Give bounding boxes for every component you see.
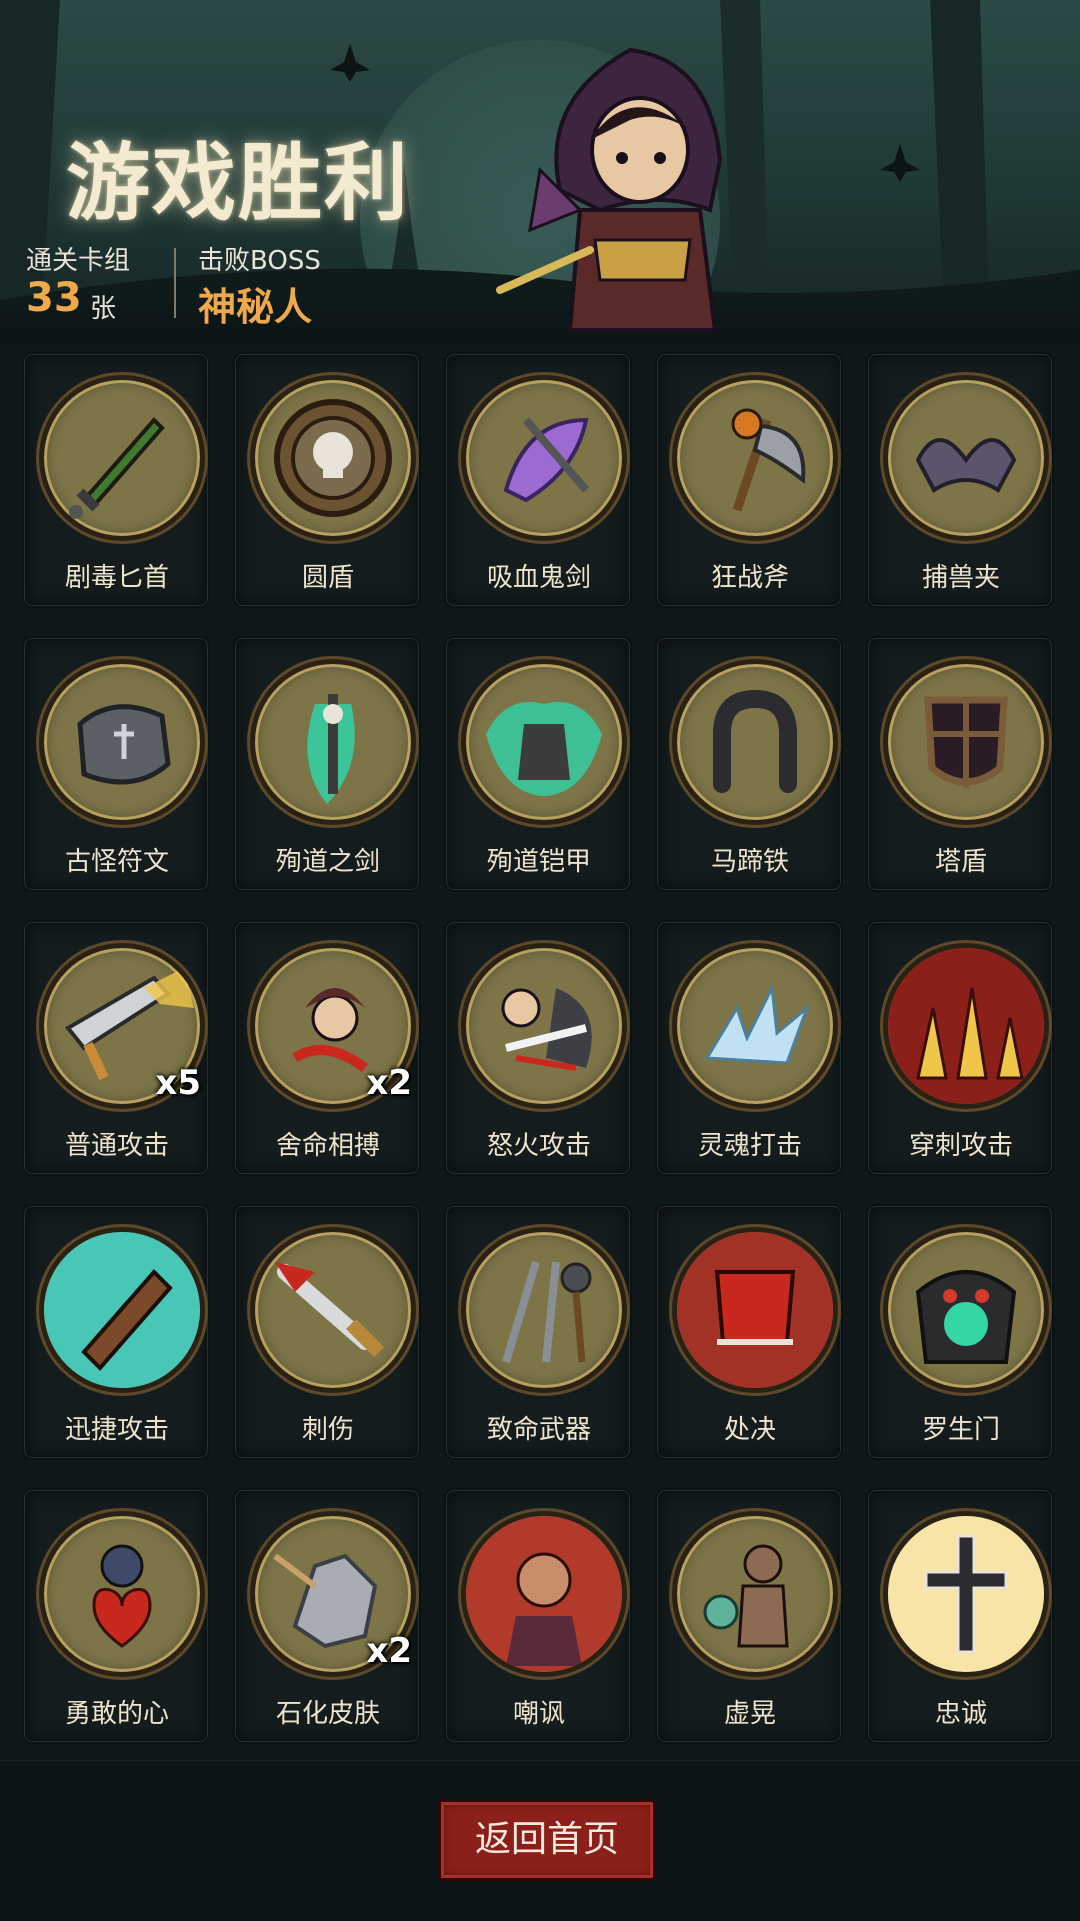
martyr-armor-icon <box>461 659 627 825</box>
card-item[interactable]: 圆盾 <box>235 354 419 606</box>
card-item[interactable]: x2 石化皮肤 <box>235 1490 419 1742</box>
card-item[interactable]: 殉道之剑 <box>235 638 419 890</box>
card-name: 吸血鬼剑 <box>486 563 591 593</box>
loyalty-icon <box>883 1511 1049 1677</box>
card-name: 剧毒匕首 <box>64 563 169 593</box>
card-name: 殉道之剑 <box>275 847 380 877</box>
card-name: 虚晃 <box>723 1699 776 1729</box>
stat-divider <box>174 248 176 318</box>
card-item[interactable]: 狂战斧 <box>657 354 841 606</box>
card-item[interactable]: 迅捷攻击 <box>24 1206 208 1458</box>
card-name: 罗生门 <box>921 1415 1000 1445</box>
card-item[interactable]: 刺伤 <box>235 1206 419 1458</box>
rage-attack-icon <box>461 943 627 1109</box>
card-name: 忠诚 <box>934 1699 987 1729</box>
soul-strike-icon <box>672 943 838 1109</box>
card-item[interactable]: x5 普通攻击 <box>24 922 208 1174</box>
card-name: 迅捷攻击 <box>64 1415 169 1445</box>
card-name: 古怪符文 <box>64 847 169 877</box>
card-item[interactable]: 剧毒匕首 <box>24 354 208 606</box>
card-name: 捕兽夹 <box>921 563 1000 593</box>
card-item[interactable]: 穿刺攻击 <box>868 922 1052 1174</box>
header-scene: 游戏胜利 通关卡组 33 张 击败BOSS 神秘人 <box>0 0 1080 345</box>
stab-icon <box>250 1227 416 1393</box>
card-name: 塔盾 <box>934 847 987 877</box>
cleared-deck-count: 33 <box>26 275 82 321</box>
card-item[interactable]: 致命武器 <box>446 1206 630 1458</box>
horseshoe-icon <box>672 659 838 825</box>
card-name: 石化皮肤 <box>275 1699 380 1729</box>
card-name: 勇敢的心 <box>64 1699 169 1729</box>
page-title: 游戏胜利 <box>66 134 411 232</box>
card-name: 怒火攻击 <box>486 1131 591 1161</box>
martyr-sword-icon <box>250 659 416 825</box>
card-item[interactable]: 勇敢的心 <box>24 1490 208 1742</box>
card-name: 刺伤 <box>301 1415 354 1445</box>
cleared-deck-label: 通关卡组 <box>26 246 131 276</box>
rashomon-icon <box>883 1227 1049 1393</box>
return-home-button[interactable]: 返回首页 <box>438 1799 656 1881</box>
execution-icon <box>672 1227 838 1393</box>
berserker-axe-icon <box>672 375 838 541</box>
hooded-hero-icon <box>496 47 723 332</box>
poison-dagger-icon <box>39 375 205 541</box>
card-name: 穿刺攻击 <box>908 1131 1013 1161</box>
card-grid: 剧毒匕首 圆盾 吸血鬼剑 狂战斧 捕兽夹 古怪符文 殉道之剑 殉道铠甲 马蹄铁 塔盾 x5 普通攻击 x… <box>24 354 1056 1744</box>
deadly-weapons-icon <box>461 1227 627 1393</box>
card-item[interactable]: 捕兽夹 <box>868 354 1052 606</box>
round-shield-icon <box>250 375 416 541</box>
card-name: 狂战斧 <box>710 563 789 593</box>
bear-trap-icon <box>883 375 1049 541</box>
taunt-icon <box>461 1511 627 1677</box>
card-item[interactable]: x2 舍命相搏 <box>235 922 419 1174</box>
feint-icon <box>672 1511 838 1677</box>
card-name: 致命武器 <box>486 1415 591 1445</box>
card-item[interactable]: 塔盾 <box>868 638 1052 890</box>
card-count-badge: x5 <box>155 1063 201 1103</box>
footer-bar: 返回首页 <box>0 1760 1080 1921</box>
card-item[interactable]: 处决 <box>657 1206 841 1458</box>
card-name: 灵魂打击 <box>697 1131 802 1161</box>
card-item[interactable]: 古怪符文 <box>24 638 208 890</box>
tower-shield-icon <box>883 659 1049 825</box>
boss-name: 神秘人 <box>198 285 313 329</box>
swift-attack-icon <box>39 1227 205 1393</box>
card-item[interactable]: 忠诚 <box>868 1490 1052 1742</box>
cleared-deck-unit: 张 <box>90 294 117 324</box>
card-name: 嘲讽 <box>512 1699 565 1729</box>
card-name: 舍命相搏 <box>275 1131 380 1161</box>
card-name: 圆盾 <box>301 563 354 593</box>
card-item[interactable]: 灵魂打击 <box>657 922 841 1174</box>
card-item[interactable]: 殉道铠甲 <box>446 638 630 890</box>
card-count-badge: x2 <box>366 1631 412 1671</box>
boss-label: 击败BOSS <box>198 246 321 276</box>
card-item[interactable]: 罗生门 <box>868 1206 1052 1458</box>
card-name: 马蹄铁 <box>710 847 789 877</box>
card-item[interactable]: 嘲讽 <box>446 1490 630 1742</box>
card-name: 处决 <box>723 1415 776 1445</box>
card-name: 殉道铠甲 <box>486 847 591 877</box>
card-item[interactable]: 虚晃 <box>657 1490 841 1742</box>
card-count-badge: x2 <box>366 1063 412 1103</box>
card-name: 普通攻击 <box>64 1131 169 1161</box>
card-item[interactable]: 马蹄铁 <box>657 638 841 890</box>
vampire-sword-icon <box>461 375 627 541</box>
card-item[interactable]: 吸血鬼剑 <box>446 354 630 606</box>
brave-heart-icon <box>39 1511 205 1677</box>
strange-rune-icon <box>39 659 205 825</box>
card-item[interactable]: 怒火攻击 <box>446 922 630 1174</box>
pierce-attack-icon <box>883 943 1049 1109</box>
